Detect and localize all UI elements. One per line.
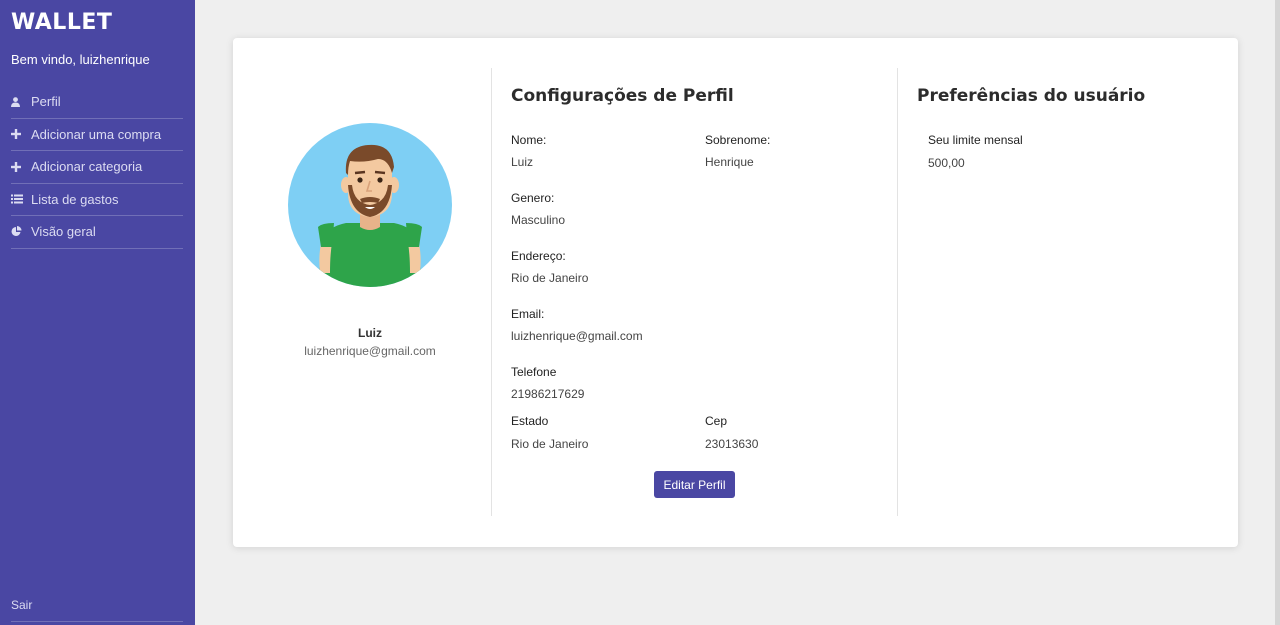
plus-icon [11, 129, 25, 140]
settings-title: Configurações de Perfil [511, 86, 734, 106]
profile-name: Luiz [358, 326, 382, 340]
welcome-text: Bem vindo, luizhenrique [11, 52, 150, 67]
sidebar-nav: Perfil Adicionar uma compra Adicionar ca… [11, 86, 183, 249]
profile-email: luizhenrique@gmail.com [304, 344, 436, 358]
sidebar-item-label: Lista de gastos [31, 191, 119, 207]
logout-link[interactable]: Sair [11, 598, 32, 612]
cep-label: Cep [705, 414, 728, 428]
sidebar-item-label: Adicionar uma compra [31, 126, 162, 142]
profile-card: Luiz luizhenrique@gmail.com Configuraçõe… [233, 38, 1238, 547]
sidebar: WALLET Bem vindo, luizhenrique Perfil Ad… [0, 0, 195, 625]
telefone-label: Telefone [511, 365, 557, 379]
sidebar-item-adicionar-categoria[interactable]: Adicionar categoria [11, 151, 183, 184]
cep-value: 23013630 [705, 437, 759, 451]
sidebar-item-visao-geral[interactable]: Visão geral [11, 216, 183, 249]
plus-icon [11, 161, 25, 172]
list-icon [11, 194, 25, 204]
edit-profile-button[interactable]: Editar Perfil [654, 471, 735, 498]
sidebar-item-label: Adicionar categoria [31, 159, 143, 175]
sobrenome-value: Henrique [705, 155, 754, 169]
genero-label: Genero: [511, 191, 555, 205]
sidebar-item-label: Perfil [31, 94, 61, 110]
nome-value: Luiz [511, 155, 534, 169]
sidebar-item-lista-gastos[interactable]: Lista de gastos [11, 184, 183, 216]
divider [11, 621, 183, 622]
column-divider [491, 68, 492, 516]
column-divider [897, 68, 898, 516]
email-label: Email: [511, 307, 545, 321]
telefone-value: 21986217629 [511, 387, 585, 401]
brand-logo: WALLET [11, 10, 113, 35]
nome-label: Nome: [511, 133, 547, 147]
sidebar-item-label: Visão geral [31, 224, 96, 240]
sidebar-item-adicionar-compra[interactable]: Adicionar uma compra [11, 119, 183, 151]
page-scrollbar[interactable] [1275, 0, 1280, 625]
endereco-value: Rio de Janeiro [511, 271, 589, 285]
endereco-label: Endereço: [511, 249, 566, 263]
sobrenome-label: Sobrenome: [705, 133, 771, 147]
avatar [288, 123, 452, 287]
monthly-limit-value: 500,00 [928, 156, 965, 170]
monthly-limit-label: Seu limite mensal [928, 133, 1023, 147]
genero-value: Masculino [511, 213, 566, 227]
email-value: luizhenrique@gmail.com [511, 329, 643, 343]
user-icon [11, 96, 25, 107]
estado-label: Estado [511, 414, 549, 428]
preferences-title: Preferências do usuário [917, 86, 1146, 106]
estado-value: Rio de Janeiro [511, 437, 589, 451]
sidebar-item-perfil[interactable]: Perfil [11, 86, 183, 119]
pie-chart-icon [11, 226, 25, 237]
